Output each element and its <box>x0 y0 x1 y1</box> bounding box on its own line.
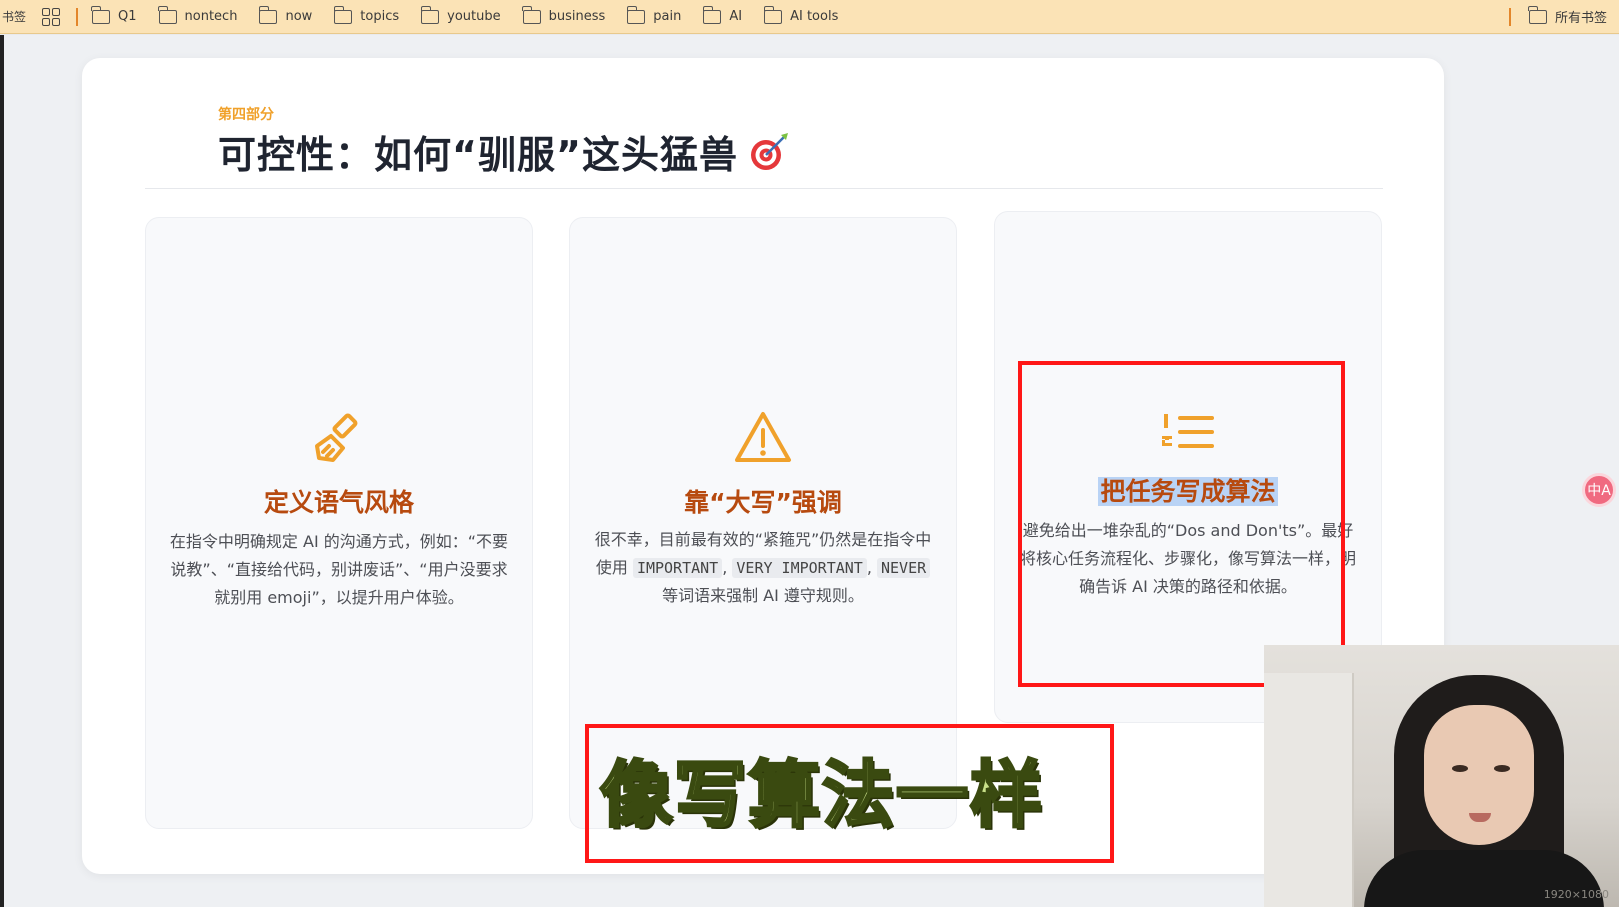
video-caption: 像写算法一样 <box>598 752 1045 839</box>
folder-icon <box>258 5 278 24</box>
bookmark-folder-topics[interactable]: topics <box>333 5 399 24</box>
bookmarks-divider <box>76 7 79 26</box>
folder-icon <box>702 5 722 24</box>
translate-float-button[interactable]: 中A <box>1582 473 1616 507</box>
presenter-eye <box>1494 765 1510 772</box>
bookmarks-label[interactable]: 书签 <box>0 8 36 25</box>
target-dart-icon <box>750 132 788 170</box>
paintbrush-icon <box>315 413 358 462</box>
bookmark-folder-q1[interactable]: Q1 <box>91 5 137 24</box>
card-description: 在指令中明确规定 AI 的沟通方式，例如：“不要说教”、“直接给代码，别讲废话”… <box>169 532 509 607</box>
webcam-overlay: 1920×1080 <box>1264 645 1619 907</box>
folder-icon <box>91 5 111 24</box>
card-title: 靠“大写”强调 <box>684 488 842 517</box>
section-eyebrow: 第四部分 <box>218 107 274 123</box>
background-door <box>1264 673 1354 907</box>
bookmark-folder-ai-tools[interactable]: AI tools <box>763 5 838 24</box>
folder-icon <box>763 5 783 24</box>
warning-triangle-icon <box>735 412 791 462</box>
bookmark-folder-ai[interactable]: AI <box>702 5 742 24</box>
bookmark-folder-pain[interactable]: pain <box>626 5 681 24</box>
bookmarks-divider <box>1508 7 1511 26</box>
presenter-face <box>1424 705 1534 845</box>
window-edge <box>0 35 4 907</box>
bookmark-folder-business[interactable]: business <box>522 5 605 24</box>
bookmark-folder-youtube[interactable]: youtube <box>420 5 501 24</box>
apps-grid-icon[interactable] <box>42 7 61 26</box>
highlight-box-card <box>1018 361 1345 687</box>
title-divider <box>145 188 1383 189</box>
bookmark-folder-nontech[interactable]: nontech <box>157 5 237 24</box>
code-keyword: VERY IMPORTANT <box>732 558 867 578</box>
presenter-eye <box>1452 765 1468 772</box>
folder-icon <box>1528 5 1547 24</box>
card-tone-style: 定义语气风格 在指令中明确规定 AI 的沟通方式，例如：“不要说教”、“直接给代… <box>145 217 533 829</box>
bookmark-folder-now[interactable]: now <box>258 5 312 24</box>
folder-icon <box>626 5 646 24</box>
code-keyword: NEVER <box>877 558 931 578</box>
slide-title-text: 可控性：如何“驯服”这头猛兽 <box>218 133 738 177</box>
slide-title: 可控性：如何“驯服”这头猛兽 <box>218 124 790 179</box>
card-description: 很不幸，目前最有效的“紧箍咒”仍然是在指令中使用 IMPORTANT, VERY… <box>594 530 932 605</box>
folder-icon <box>420 5 440 24</box>
code-keyword: IMPORTANT <box>632 558 723 578</box>
folder-icon <box>333 5 353 24</box>
all-bookmarks-button[interactable]: 所有书签 <box>1528 5 1607 26</box>
folder-icon <box>157 5 177 24</box>
resolution-label: 1920×1080 <box>1543 888 1609 901</box>
folder-icon <box>522 5 541 24</box>
bookmarks-bar: 书签 Q1 nontech now topics youtube busines… <box>0 0 1619 34</box>
card-title: 定义语气风格 <box>263 488 414 517</box>
